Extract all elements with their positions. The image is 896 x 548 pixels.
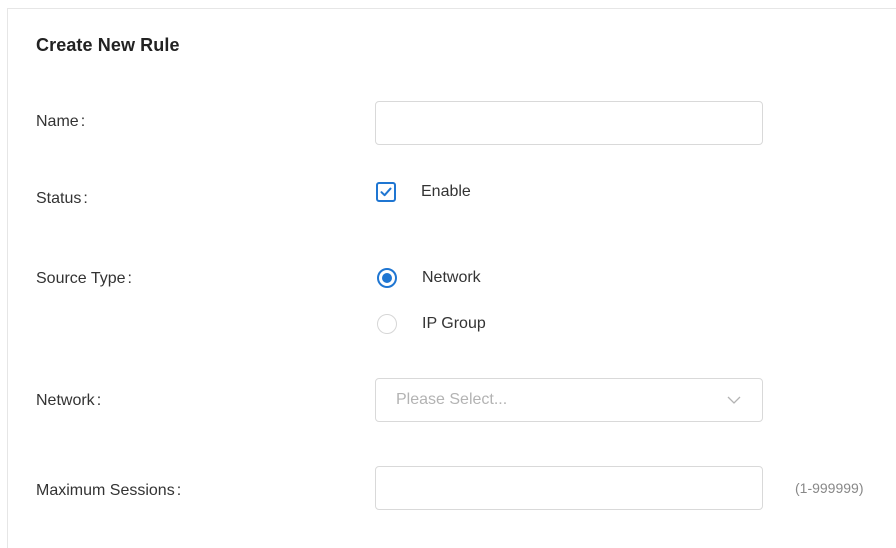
network-radio[interactable] [377,268,397,288]
radio-option-network[interactable]: Network [377,268,481,288]
enable-label: Enable [421,183,471,200]
status-label: Status: [36,190,88,208]
name-input[interactable] [375,101,763,145]
name-label-colon: : [80,113,86,130]
ip-group-radio-label: IP Group [422,315,486,332]
max-sessions-label: Maximum Sessions: [36,482,181,500]
network-label: Network: [36,392,101,410]
network-label-colon: : [96,392,102,409]
enable-checkbox-option[interactable]: Enable [376,182,471,202]
source-type-label: Source Type: [36,270,132,288]
network-radio-label: Network [422,269,481,286]
max-sessions-input[interactable] [375,466,763,510]
name-label-text: Name [36,113,79,130]
max-sessions-label-text: Maximum Sessions [36,482,175,499]
max-sessions-hint: (1-999999) [795,480,864,496]
checkmark-icon [380,187,392,197]
network-select[interactable]: Please Select... [375,378,763,422]
max-sessions-label-colon: : [176,482,182,499]
network-label-text: Network [36,392,95,409]
source-type-label-text: Source Type [36,270,126,287]
source-type-label-colon: : [127,270,132,287]
network-select-placeholder: Please Select... [396,391,508,408]
ip-group-radio[interactable] [377,314,397,334]
radio-selected-dot [382,273,392,283]
enable-checkbox[interactable] [376,182,396,202]
status-label-colon: : [83,190,88,207]
radio-option-ip-group[interactable]: IP Group [377,314,486,334]
chevron-down-icon [727,396,741,404]
status-label-text: Status [36,190,82,207]
name-label: Name: [36,113,85,131]
page-title: Create New Rule [36,35,180,55]
